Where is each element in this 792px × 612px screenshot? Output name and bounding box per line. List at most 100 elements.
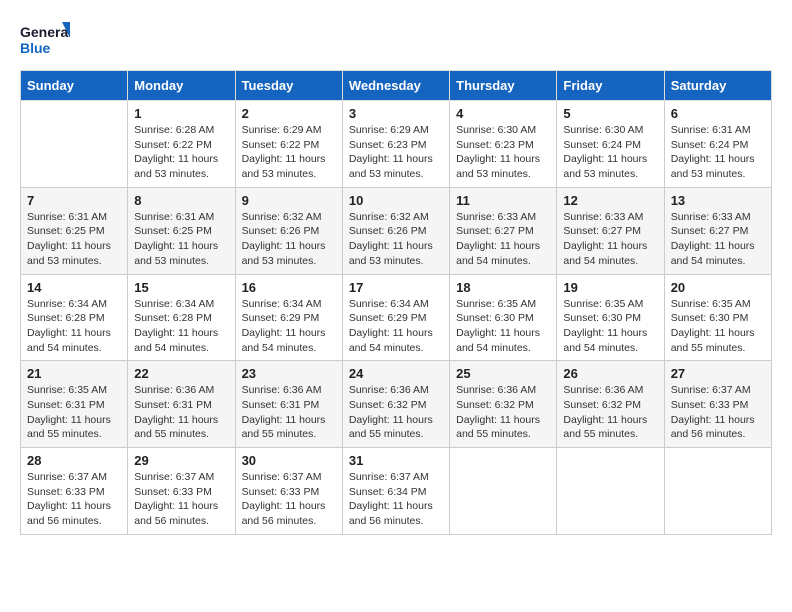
day-number: 3 (349, 106, 443, 121)
calendar-cell: 5Sunrise: 6:30 AM Sunset: 6:24 PM Daylig… (557, 101, 664, 188)
col-header-sunday: Sunday (21, 71, 128, 101)
day-number: 28 (27, 453, 121, 468)
day-info: Sunrise: 6:36 AM Sunset: 6:32 PM Dayligh… (456, 383, 550, 442)
day-number: 14 (27, 280, 121, 295)
logo: General Blue (20, 20, 70, 60)
calendar-cell: 11 Sunrise: 6:33 AM Sunset: 6:27 PM Dayli… (450, 187, 557, 274)
calendar-cell: 23 Sunrise: 6:36 AM Sunset: 6:31 PM Dayli… (235, 361, 342, 448)
calendar-cell: 30 Sunrise: 6:37 AM Sunset: 6:33 PM Dayli… (235, 448, 342, 535)
day-info: Sunrise: 6:36 AM Sunset: 6:31 PM Dayligh… (242, 383, 336, 442)
day-info: Sunrise: 6:37 AM Sunset: 6:33 PM Dayligh… (671, 383, 765, 442)
col-header-friday: Friday (557, 71, 664, 101)
calendar-cell (21, 101, 128, 188)
week-row-2: 7 Sunrise: 6:31 AM Sunset: 6:25 PM Daylig… (21, 187, 772, 274)
day-info: Sunrise: 6:36 AM Sunset: 6:31 PM Dayligh… (134, 383, 228, 442)
week-row-4: 21 Sunrise: 6:35 AM Sunset: 6:31 PM Dayli… (21, 361, 772, 448)
day-number: 23 (242, 366, 336, 381)
calendar-cell: 17 Sunrise: 6:34 AM Sunset: 6:29 PM Dayli… (342, 274, 449, 361)
day-number: 18 (456, 280, 550, 295)
day-number: 4 (456, 106, 550, 121)
day-info: Sunrise: 6:35 AM Sunset: 6:31 PM Dayligh… (27, 383, 121, 442)
calendar-cell: 2 Sunrise: 6:29 AM Sunset: 6:22 PM Daylig… (235, 101, 342, 188)
day-info: Sunrise: 6:31 AM Sunset: 6:25 PM Dayligh… (134, 210, 228, 269)
day-info: Sunrise: 6:30 AM Sunset: 6:24 PM Dayligh… (563, 123, 657, 182)
day-info: Sunrise: 6:31 AM Sunset: 6:25 PM Dayligh… (27, 210, 121, 269)
calendar-cell: 22 Sunrise: 6:36 AM Sunset: 6:31 PM Dayli… (128, 361, 235, 448)
calendar-cell: 19Sunrise: 6:35 AM Sunset: 6:30 PM Dayli… (557, 274, 664, 361)
day-info: Sunrise: 6:34 AM Sunset: 6:29 PM Dayligh… (242, 297, 336, 356)
day-number: 16 (242, 280, 336, 295)
day-info: Sunrise: 6:37 AM Sunset: 6:33 PM Dayligh… (134, 470, 228, 529)
day-number: 29 (134, 453, 228, 468)
day-info: Sunrise: 6:37 AM Sunset: 6:33 PM Dayligh… (242, 470, 336, 529)
day-number: 24 (349, 366, 443, 381)
day-number: 15 (134, 280, 228, 295)
week-row-1: 1 Sunrise: 6:28 AM Sunset: 6:22 PM Daylig… (21, 101, 772, 188)
day-number: 26 (563, 366, 657, 381)
calendar-cell: 16 Sunrise: 6:34 AM Sunset: 6:29 PM Dayli… (235, 274, 342, 361)
day-number: 2 (242, 106, 336, 121)
day-info: Sunrise: 6:29 AM Sunset: 6:23 PM Dayligh… (349, 123, 443, 182)
calendar-cell: 4 Sunrise: 6:30 AM Sunset: 6:23 PM Daylig… (450, 101, 557, 188)
day-info: Sunrise: 6:29 AM Sunset: 6:22 PM Dayligh… (242, 123, 336, 182)
day-info: Sunrise: 6:34 AM Sunset: 6:29 PM Dayligh… (349, 297, 443, 356)
logo-svg: General Blue (20, 20, 70, 60)
col-header-thursday: Thursday (450, 71, 557, 101)
day-info: Sunrise: 6:36 AM Sunset: 6:32 PM Dayligh… (563, 383, 657, 442)
day-info: Sunrise: 6:34 AM Sunset: 6:28 PM Dayligh… (27, 297, 121, 356)
calendar-cell: 10 Sunrise: 6:32 AM Sunset: 6:26 PM Dayli… (342, 187, 449, 274)
calendar-cell: 8Sunrise: 6:31 AM Sunset: 6:25 PM Daylig… (128, 187, 235, 274)
calendar-cell: 29 Sunrise: 6:37 AM Sunset: 6:33 PM Dayli… (128, 448, 235, 535)
calendar-cell: 18Sunrise: 6:35 AM Sunset: 6:30 PM Dayli… (450, 274, 557, 361)
day-number: 20 (671, 280, 765, 295)
day-number: 21 (27, 366, 121, 381)
calendar-cell: 14 Sunrise: 6:34 AM Sunset: 6:28 PM Dayli… (21, 274, 128, 361)
calendar-cell (557, 448, 664, 535)
day-info: Sunrise: 6:33 AM Sunset: 6:27 PM Dayligh… (456, 210, 550, 269)
col-header-tuesday: Tuesday (235, 71, 342, 101)
calendar-cell: 6 Sunrise: 6:31 AM Sunset: 6:24 PM Daylig… (664, 101, 771, 188)
day-info: Sunrise: 6:30 AM Sunset: 6:23 PM Dayligh… (456, 123, 550, 182)
day-number: 19 (563, 280, 657, 295)
day-info: Sunrise: 6:28 AM Sunset: 6:22 PM Dayligh… (134, 123, 228, 182)
calendar-cell: 3 Sunrise: 6:29 AM Sunset: 6:23 PM Daylig… (342, 101, 449, 188)
day-number: 9 (242, 193, 336, 208)
day-number: 25 (456, 366, 550, 381)
day-number: 7 (27, 193, 121, 208)
calendar-cell: 24 Sunrise: 6:36 AM Sunset: 6:32 PM Dayli… (342, 361, 449, 448)
calendar-cell: 27 Sunrise: 6:37 AM Sunset: 6:33 PM Dayli… (664, 361, 771, 448)
day-info: Sunrise: 6:35 AM Sunset: 6:30 PM Dayligh… (671, 297, 765, 356)
day-number: 17 (349, 280, 443, 295)
header-row: SundayMondayTuesdayWednesdayThursdayFrid… (21, 71, 772, 101)
calendar-cell: 9Sunrise: 6:32 AM Sunset: 6:26 PM Daylig… (235, 187, 342, 274)
day-number: 1 (134, 106, 228, 121)
day-number: 27 (671, 366, 765, 381)
day-number: 12 (563, 193, 657, 208)
calendar-cell: 12 Sunrise: 6:33 AM Sunset: 6:27 PM Dayli… (557, 187, 664, 274)
calendar-cell: 28Sunrise: 6:37 AM Sunset: 6:33 PM Dayli… (21, 448, 128, 535)
calendar-table: SundayMondayTuesdayWednesdayThursdayFrid… (20, 70, 772, 535)
day-number: 13 (671, 193, 765, 208)
day-info: Sunrise: 6:31 AM Sunset: 6:24 PM Dayligh… (671, 123, 765, 182)
day-number: 11 (456, 193, 550, 208)
calendar-cell: 26 Sunrise: 6:36 AM Sunset: 6:32 PM Dayli… (557, 361, 664, 448)
day-number: 30 (242, 453, 336, 468)
week-row-3: 14 Sunrise: 6:34 AM Sunset: 6:28 PM Dayli… (21, 274, 772, 361)
svg-text:General: General (20, 24, 70, 40)
calendar-cell: 7 Sunrise: 6:31 AM Sunset: 6:25 PM Daylig… (21, 187, 128, 274)
day-info: Sunrise: 6:34 AM Sunset: 6:28 PM Dayligh… (134, 297, 228, 356)
page-header: General Blue (20, 20, 772, 60)
calendar-cell: 31Sunrise: 6:37 AM Sunset: 6:34 PM Dayli… (342, 448, 449, 535)
day-number: 6 (671, 106, 765, 121)
calendar-cell (450, 448, 557, 535)
calendar-cell: 1 Sunrise: 6:28 AM Sunset: 6:22 PM Daylig… (128, 101, 235, 188)
day-number: 10 (349, 193, 443, 208)
col-header-wednesday: Wednesday (342, 71, 449, 101)
day-info: Sunrise: 6:33 AM Sunset: 6:27 PM Dayligh… (563, 210, 657, 269)
day-number: 22 (134, 366, 228, 381)
col-header-monday: Monday (128, 71, 235, 101)
week-row-5: 28 Sunrise: 6:37 AM Sunset: 6:33 PM Dayli… (21, 448, 772, 535)
day-info: Sunrise: 6:36 AM Sunset: 6:32 PM Dayligh… (349, 383, 443, 442)
svg-text:Blue: Blue (20, 40, 51, 56)
day-info: Sunrise: 6:32 AM Sunset: 6:26 PM Dayligh… (349, 210, 443, 269)
